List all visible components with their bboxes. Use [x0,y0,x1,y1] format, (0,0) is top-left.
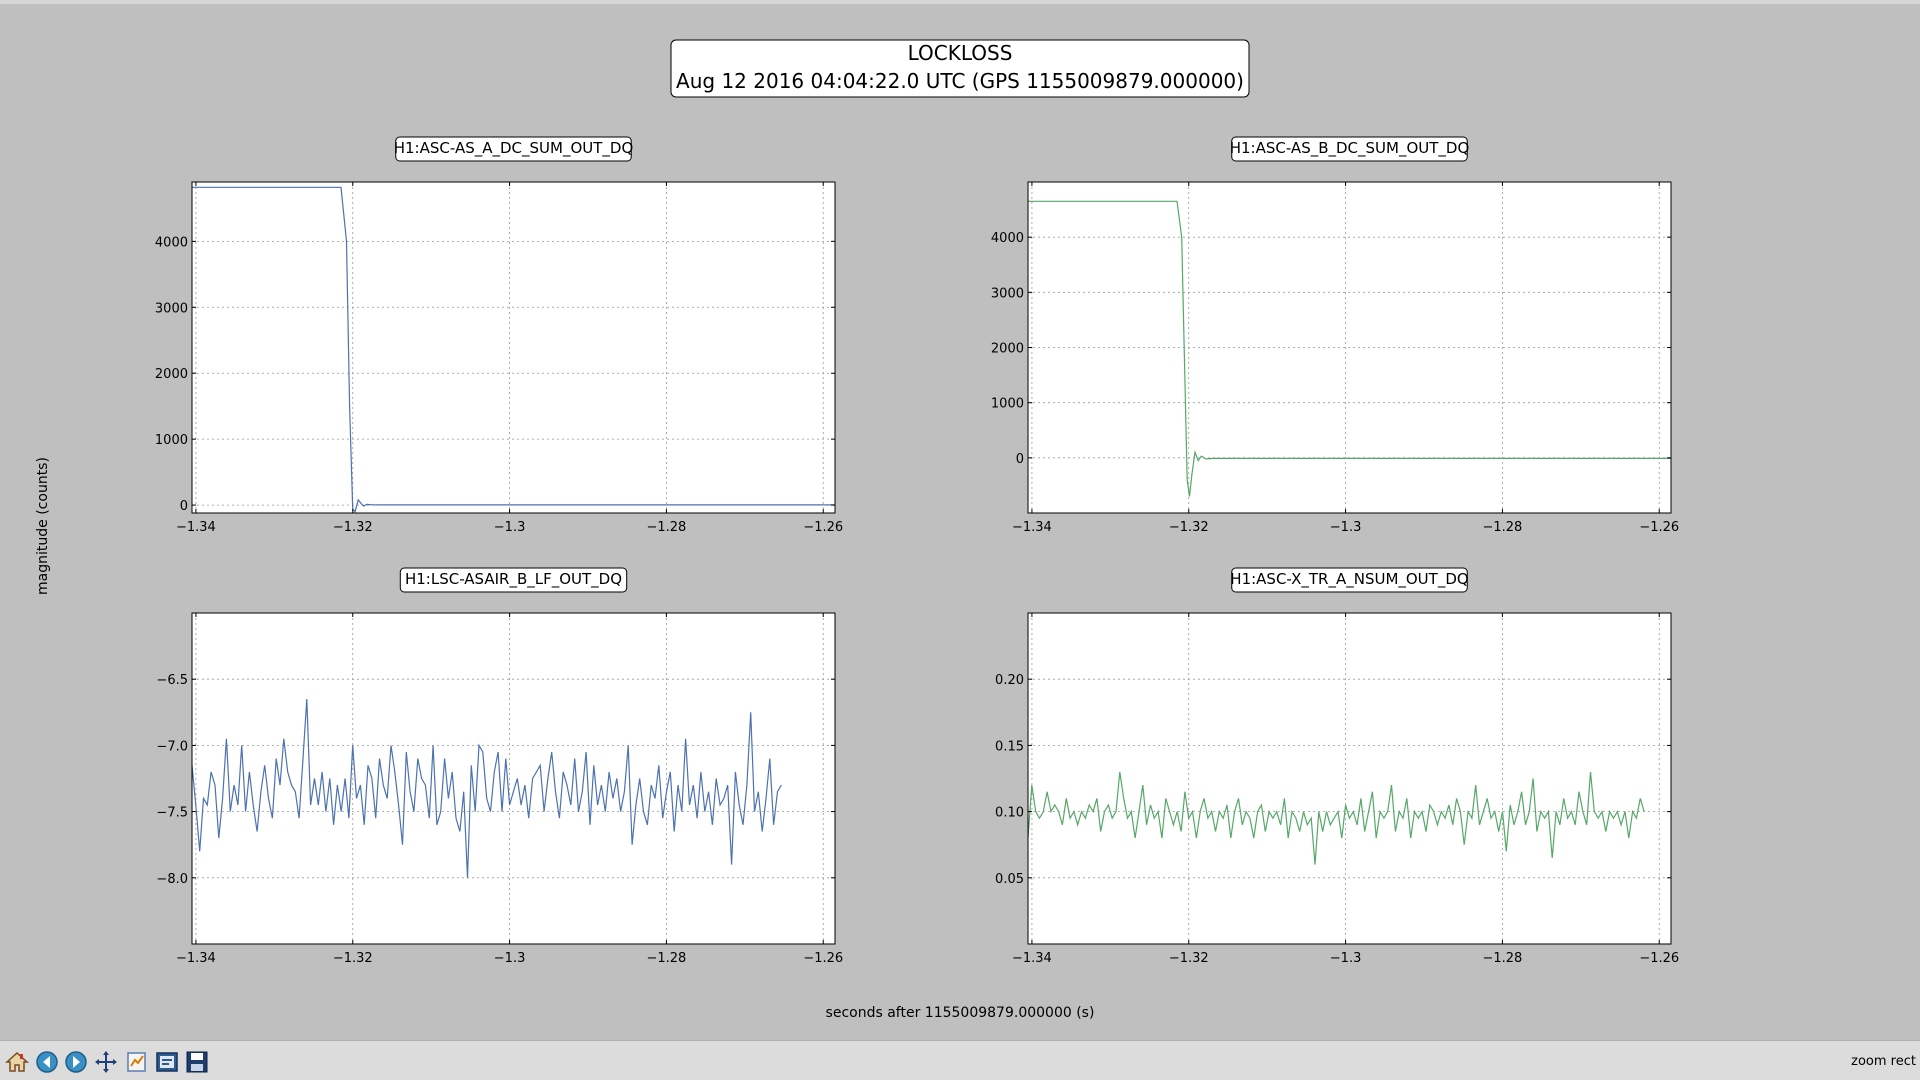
y-tick-label: 2000 [155,367,188,382]
x-tick-label: −1.28 [646,520,686,535]
x-tick-label: −1.26 [803,520,843,535]
x-tick-label: −1.26 [803,951,843,966]
y-tick-label: −7.5 [156,806,188,821]
toolbar: zoom rect [0,1040,1920,1080]
back-button[interactable] [34,1049,60,1075]
x-tick-label: −1.28 [646,951,686,966]
y-tick-label: 0.15 [995,739,1024,754]
x-tick-label: −1.32 [333,951,373,966]
x-tick-label: −1.26 [1639,520,1679,535]
subplot-title: H1:ASC-AS_A_DC_SUM_OUT_DQ [394,136,634,162]
y-tick-label: 1000 [991,397,1024,412]
x-tick-label: −1.34 [1012,951,1052,966]
y-axis-label: magnitude (counts) [35,457,51,595]
figure-svg: LOCKLOSS Aug 12 2016 04:04:22.0 UTC (GPS… [35,39,1679,1021]
y-tick-label: 4000 [155,235,188,250]
x-tick-label: −1.3 [1330,520,1362,535]
plot-area [1028,613,1671,944]
x-tick-label: −1.34 [1012,520,1052,535]
y-tick-label: 2000 [991,342,1024,357]
y-tick-label: 0 [180,499,188,514]
x-tick-label: −1.32 [1169,951,1209,966]
x-tick-label: −1.3 [494,951,526,966]
plot-area [192,182,835,513]
subplots-icon [127,1052,146,1072]
x-tick-label: −1.3 [1330,951,1362,966]
subplot-3: −1.34 −1.32 −1.3 −1.28 −1.26 −8.0 −7.5 −7.0 −6.5… [156,567,843,966]
y-tick-label: 4000 [991,231,1024,246]
subplot-1: −1.34 −1.32 −1.3 −1.28 −1.26 0 1000 2000 3000 400… [155,136,843,535]
subplot-title-text: H1:ASC-AS_B_DC_SUM_OUT_DQ [1230,139,1470,158]
subplot-4: −1.34 −1.32 −1.3 −1.28 −1.26 0.05 0.10 0.15 0.20… [995,567,1679,966]
x-tick-label: −1.32 [333,520,373,535]
x-axis-label: seconds after 1155009879.000000 (s) [826,1005,1095,1021]
forward-button[interactable] [63,1049,89,1075]
x-tick-label: −1.28 [1482,951,1522,966]
subplot-title-text: H1:LSC-ASAIR_B_LF_OUT_DQ [405,570,622,589]
toolbar-status: zoom rect [1851,1054,1916,1069]
pan-icon [95,1051,117,1073]
x-tick-label: −1.34 [176,520,216,535]
save-icon [186,1051,208,1073]
home-button[interactable] [4,1049,30,1075]
subplot-title-text: H1:ASC-X_TR_A_NSUM_OUT_DQ [1230,570,1468,589]
y-tick-label: 3000 [991,286,1024,301]
subplot-title: H1:LSC-ASAIR_B_LF_OUT_DQ [399,567,628,593]
y-tick-label: −8.0 [156,872,188,887]
configure-icon [156,1052,178,1072]
x-tick-label: −1.28 [1482,520,1522,535]
subplots-button[interactable] [124,1049,150,1075]
suptitle-line2: Aug 12 2016 04:04:22.0 UTC (GPS 11550098… [676,69,1244,93]
x-tick-label: −1.34 [176,951,216,966]
y-tick-label: −6.5 [156,673,188,688]
y-tick-label: 3000 [155,301,188,316]
save-button[interactable] [184,1049,210,1075]
x-tick-label: −1.3 [494,520,526,535]
y-tick-label: 0.10 [995,806,1024,821]
suptitle: LOCKLOSS Aug 12 2016 04:04:22.0 UTC (GPS… [670,39,1250,98]
subplot-title: H1:ASC-X_TR_A_NSUM_OUT_DQ [1230,567,1469,593]
back-icon [36,1051,58,1073]
home-icon [5,1051,29,1072]
x-tick-label: −1.26 [1639,951,1679,966]
y-tick-label: 0.20 [995,673,1024,688]
y-tick-label: 1000 [155,433,188,448]
pan-button[interactable] [93,1049,119,1075]
y-tick-label: −7.0 [156,739,188,754]
subplot-2: −1.34 −1.32 −1.3 −1.28 −1.26 0 1000 2000 3000 400… [991,136,1679,535]
subplot-title-text: H1:ASC-AS_A_DC_SUM_OUT_DQ [394,139,634,158]
forward-icon [65,1051,87,1073]
y-tick-label: 0.05 [995,872,1024,887]
configure-button[interactable] [154,1049,180,1075]
axes-layer: −1.34 −1.32 −1.3 −1.28 −1.26 0 1000 2000 3000 400… [155,136,1679,966]
subplot-title: H1:ASC-AS_B_DC_SUM_OUT_DQ [1230,136,1470,162]
suptitle-line1: LOCKLOSS [908,41,1013,65]
figure-canvas[interactable]: LOCKLOSS Aug 12 2016 04:04:22.0 UTC (GPS… [0,0,1920,1040]
x-tick-label: −1.32 [1169,520,1209,535]
y-tick-label: 0 [1016,452,1024,467]
plot-area [192,613,835,944]
